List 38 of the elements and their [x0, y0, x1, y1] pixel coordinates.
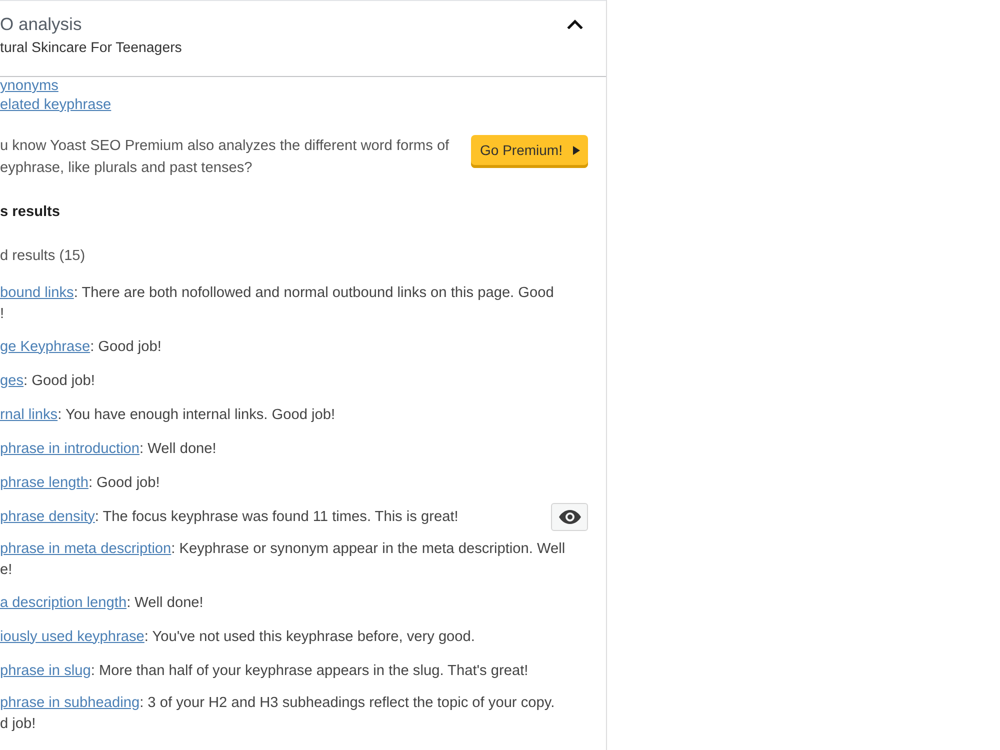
results-group-toggle[interactable]: d results (15): [0, 246, 86, 266]
result-text: d job!: [0, 715, 36, 734]
result-text: : Good job!: [24, 372, 95, 388]
result-link[interactable]: phrase in introduction: [0, 440, 140, 456]
result-link[interactable]: phrase in slug: [0, 662, 91, 678]
link[interactable]: ynonyms: [0, 77, 58, 96]
section-heading: s results: [0, 203, 60, 222]
result-text: : Keyphrase or synonym appear in the meta description. Well: [171, 541, 566, 557]
result-link[interactable]: iously used keyphrase: [0, 628, 144, 644]
premium-notice-text: u know Yoast SEO Premium also analyzes the different word forms of eyphrase, like plurals and past tenses?: [0, 137, 450, 178]
highlight-button[interactable]: [551, 503, 588, 531]
eye-icon: [558, 510, 580, 524]
link[interactable]: elated keyphrase: [0, 96, 112, 115]
result-text: : More than half of your keyphrase appears in the slug. That's great!: [90, 662, 528, 678]
result-text: : Well done!: [126, 594, 204, 610]
result-text: !: [0, 305, 4, 324]
result-link[interactable]: phrase length: [0, 474, 88, 490]
triangle-right-icon: [573, 146, 580, 154]
result-text: : The focus keyphrase was found 11 times. This is great!: [94, 508, 458, 524]
result-link[interactable]: rnal links: [0, 406, 58, 422]
result-text: : Good job!: [88, 474, 160, 490]
result-link[interactable]: ges: [0, 372, 24, 388]
result-link[interactable]: phrase in meta description: [0, 541, 172, 557]
result-text: : 3 of your H2 and H3 subheadings reflect the topic of your copy.: [140, 695, 555, 711]
result-text: : You've not used this keyphrase before, very good.: [144, 628, 475, 644]
result-text: e!: [0, 561, 12, 580]
result-link[interactable]: a description length: [0, 594, 127, 610]
result-link[interactable]: bound links: [0, 285, 74, 301]
result-text: : You have enough internal links. Good job!: [58, 406, 336, 422]
go-premium-button[interactable]: Go Premium!: [471, 135, 588, 168]
result-text: : There are both nofollowed and normal outbound links on this page. Good: [74, 285, 554, 301]
result-text: : Good job!: [90, 338, 162, 354]
result-link[interactable]: ge Keyphrase: [0, 338, 90, 354]
metabox-title: O analysis: [0, 13, 83, 36]
metabox-subtitle: tural Skincare For Teenagers: [0, 39, 182, 58]
result-link[interactable]: phrase density: [0, 508, 95, 524]
result-link[interactable]: phrase in subheading: [0, 695, 140, 711]
result-text: : Well done!: [140, 440, 216, 456]
